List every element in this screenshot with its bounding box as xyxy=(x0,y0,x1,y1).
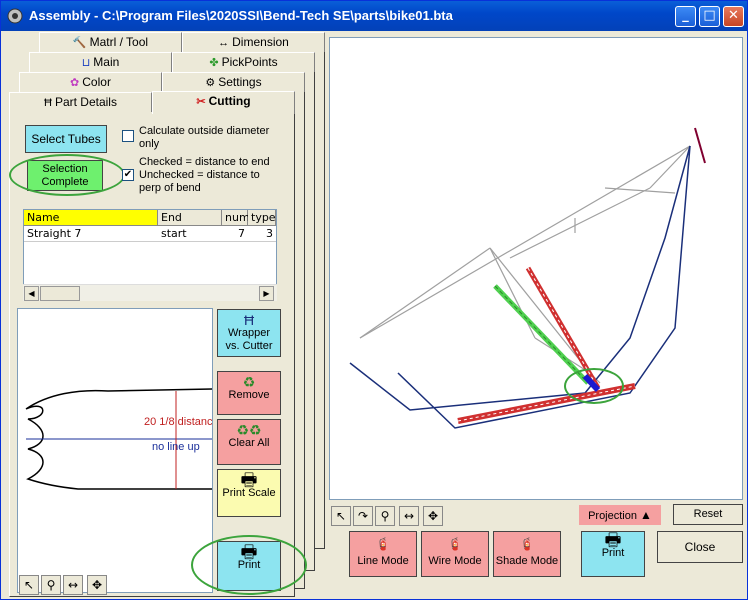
view-pan-icon[interactable]: ✥ xyxy=(423,506,443,526)
grid-cell-name[interactable]: Straight 7 xyxy=(24,227,158,242)
tab-dimension-label: Dimension xyxy=(232,35,289,49)
scroll-left-icon[interactable]: ◀ xyxy=(24,286,39,301)
clear-all-label: Clear All xyxy=(228,437,270,449)
projection-label: Projection xyxy=(588,510,637,522)
calc-od-label-2: only xyxy=(139,138,160,150)
close-button[interactable]: Close xyxy=(657,531,743,563)
view-pointer-icon[interactable]: ↖ xyxy=(331,506,351,526)
grid-header-num[interactable]: num xyxy=(222,210,250,226)
wrapper-icon: Ħ xyxy=(243,312,255,328)
select-tubes-button[interactable]: Select Tubes xyxy=(25,125,107,153)
grid-scrollbar[interactable]: ◀ ▶ xyxy=(23,284,277,301)
grid-cell-end[interactable]: start xyxy=(158,227,222,242)
tab-settings[interactable]: ⚙ Settings xyxy=(162,72,305,92)
scroll-right-icon[interactable]: ▶ xyxy=(259,286,274,301)
view-zoom-icon[interactable]: ⚲ xyxy=(375,506,395,526)
tab-color-label: Color xyxy=(82,75,111,89)
wire-mode-button[interactable]: 🧯 Wire Mode xyxy=(421,531,489,577)
hammer-icon: 🔨 xyxy=(72,37,87,49)
cut-preview: 20 1/8 distanc no line up xyxy=(17,308,213,593)
window-title: Assembly - C:\Program Files\2020SSI\Bend… xyxy=(29,8,453,23)
maximize-button[interactable]: □ xyxy=(699,6,720,27)
fit-width-icon[interactable]: ↔ xyxy=(63,575,83,595)
projection-button[interactable]: Projection ▲ xyxy=(579,505,661,525)
grid-cell-type[interactable]: 3 xyxy=(248,227,276,242)
calc-od-label-1: Calculate outside diameter xyxy=(139,125,270,137)
view-rotate-icon[interactable]: ↷ xyxy=(353,506,373,526)
calc-od-checkbox[interactable] xyxy=(122,130,134,142)
3d-viewport[interactable] xyxy=(329,37,743,500)
tab-settings-label: Settings xyxy=(218,75,262,89)
assembly-window: Assembly - C:\Program Files\2020SSI\Bend… xyxy=(0,0,748,600)
app-icon xyxy=(7,8,23,24)
bike-frame-drawing xyxy=(349,127,706,429)
tab-pickpoints[interactable]: ✤ PickPoints xyxy=(172,52,315,72)
pointer-tool-icon[interactable]: ↖ xyxy=(19,575,39,595)
tab-part-details[interactable]: Ħ Part Details xyxy=(9,92,152,112)
scissors-icon: ✂ xyxy=(196,96,206,108)
pan-tool-icon[interactable]: ✥ xyxy=(87,575,107,595)
view-fit-icon[interactable]: ↔ xyxy=(399,506,419,526)
wrapper-label-2: vs. Cutter xyxy=(225,340,273,352)
shade-mode-button[interactable]: 🧯 Shade Mode xyxy=(493,531,561,577)
grid-header-type[interactable]: type xyxy=(248,210,276,226)
printer-icon: 🖶 xyxy=(240,470,258,490)
tab-cutting-label: Cutting xyxy=(208,94,251,108)
tab-color[interactable]: ✿ Color xyxy=(19,72,162,92)
tab-pickpoints-label: PickPoints xyxy=(221,55,278,69)
print-view-label: Print xyxy=(601,547,625,559)
grid-header-name[interactable]: Name xyxy=(24,210,158,226)
zoom-tool-icon[interactable]: ⚲ xyxy=(41,575,61,595)
print-view-button[interactable]: 🖶 Print xyxy=(581,531,645,577)
tab-dimension[interactable]: ↔ Dimension xyxy=(182,32,325,52)
grid-cell-num[interactable]: 7 xyxy=(222,227,248,242)
remove-button[interactable]: ♻ Remove xyxy=(217,371,281,415)
line-mode-label: Line Mode xyxy=(357,555,409,567)
gear-icon: ⚙ xyxy=(205,77,216,89)
line-mode-icon: 🧯 xyxy=(375,537,391,551)
minimize-button[interactable]: _ xyxy=(675,6,696,27)
pickpoints-icon: ✤ xyxy=(209,57,219,69)
close-window-button[interactable]: ✕ xyxy=(723,6,744,27)
wrapper-label-1: Wrapper xyxy=(228,327,270,339)
wrapper-vs-cutter-button[interactable]: Ħ Wrapper vs. Cutter xyxy=(217,309,281,357)
highlight-ellipse-joint xyxy=(564,368,624,404)
print-scale-button[interactable]: 🖶 Print Scale xyxy=(217,469,281,517)
checked-hint-1: Checked = distance to end xyxy=(139,156,270,168)
checked-hint-3: perp of bend xyxy=(139,182,201,194)
clear-all-button[interactable]: ♻♻ Clear All xyxy=(217,419,281,465)
grid-header-end[interactable]: End xyxy=(158,210,222,226)
reset-button[interactable]: Reset xyxy=(673,504,743,525)
shade-mode-icon: 🧯 xyxy=(519,537,535,551)
highlight-ellipse-selection xyxy=(9,154,125,196)
dimension-icon: ↔ xyxy=(218,37,230,49)
tab-part-details-label: Part Details xyxy=(54,95,117,109)
color-palette-icon: ✿ xyxy=(70,77,80,89)
main-icon: ⊔ xyxy=(81,57,91,69)
shade-mode-label: Shade Mode xyxy=(495,555,559,567)
highlight-ellipse-print xyxy=(191,535,307,595)
remove-label: Remove xyxy=(228,389,270,401)
wire-mode-icon: 🧯 xyxy=(447,537,463,551)
distance-checkbox[interactable]: ✔ xyxy=(122,169,134,181)
title-bar[interactable]: Assembly - C:\Program Files\2020SSI\Bend… xyxy=(1,1,747,31)
distance-text: 20 1/8 distanc xyxy=(144,416,213,428)
tab-main-label: Main xyxy=(93,55,120,69)
tab-matrl-tool[interactable]: 🔨 Matrl / Tool xyxy=(39,32,182,52)
line-mode-button[interactable]: 🧯 Line Mode xyxy=(349,531,417,577)
lineup-text: no line up xyxy=(152,441,200,453)
clear-all-icon: ♻♻ xyxy=(236,422,262,438)
wire-mode-label: Wire Mode xyxy=(428,555,482,567)
scroll-thumb[interactable] xyxy=(40,286,80,301)
recycle-icon: ♻ xyxy=(242,374,256,390)
part-details-icon: Ħ xyxy=(44,97,52,109)
printer-icon: 🖶 xyxy=(604,530,622,550)
tab-matrl-tool-label: Matrl / Tool xyxy=(89,35,149,49)
tab-main[interactable]: ⊔ Main xyxy=(29,52,172,72)
tab-cutting[interactable]: ✂ Cutting xyxy=(152,91,295,114)
triangle-icon: ▲ xyxy=(640,508,652,522)
print-scale-label: Print Scale xyxy=(222,487,276,499)
checked-hint-2: Unchecked = distance to xyxy=(139,169,260,181)
